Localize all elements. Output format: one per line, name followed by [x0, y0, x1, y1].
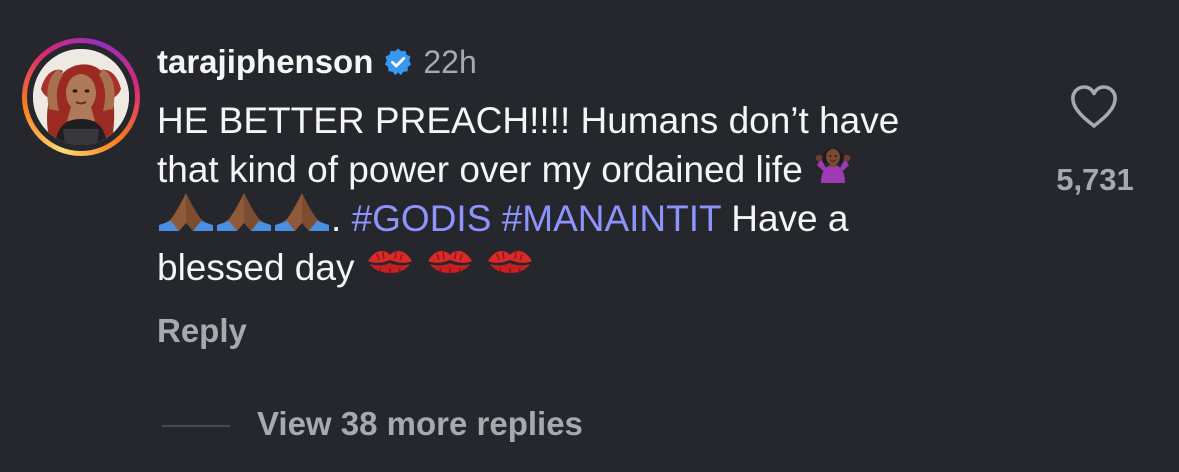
kiss-mark-emoji: [365, 243, 415, 292]
comment-line-3-separator: .: [331, 198, 352, 239]
replies-divider-line: [162, 425, 230, 427]
reply-button[interactable]: Reply: [157, 312, 247, 350]
kiss-mark-emoji: [425, 243, 475, 292]
folded-hands-emoji: [215, 191, 273, 245]
comment-line-3: . #GODIS #MANAINTIT Have a: [157, 191, 1037, 245]
hashtag-manaintit[interactable]: #MANAINTIT: [502, 198, 721, 239]
person-shrugging-emoji: [813, 143, 853, 195]
comment-header: tarajiphenson 22h: [157, 42, 477, 82]
comment-line-2: that kind of power over my ordained life: [157, 145, 1037, 194]
view-more-replies-button[interactable]: View 38 more replies: [257, 405, 583, 443]
folded-hands-emoji: [273, 191, 331, 245]
comment-line-4-text: blessed day: [157, 247, 355, 288]
heart-icon[interactable]: [1069, 84, 1119, 130]
comment-line-4: blessed day: [157, 243, 1037, 292]
avatar-image: [33, 49, 129, 145]
folded-hands-emoji: [157, 191, 215, 245]
comment-line-2-text: that kind of power over my ordained life: [157, 149, 803, 190]
avatar-gap: [27, 43, 135, 151]
comment-line-1: HE BETTER PREACH!!!! Humans don’t have: [157, 100, 900, 141]
avatar[interactable]: [33, 49, 129, 145]
verified-badge-icon: [383, 47, 413, 77]
timestamp: 22h: [423, 43, 477, 80]
kiss-mark-emoji: [485, 243, 535, 292]
comment-text: HE BETTER PREACH!!!! Humans don’t have t…: [157, 96, 1037, 292]
hashtag-godis[interactable]: #GODIS: [352, 198, 492, 239]
story-ring[interactable]: [22, 38, 140, 156]
comment-line-3-tail: Have a: [720, 198, 849, 239]
like-count: 5,731: [1056, 162, 1134, 197]
username[interactable]: tarajiphenson: [157, 43, 373, 81]
